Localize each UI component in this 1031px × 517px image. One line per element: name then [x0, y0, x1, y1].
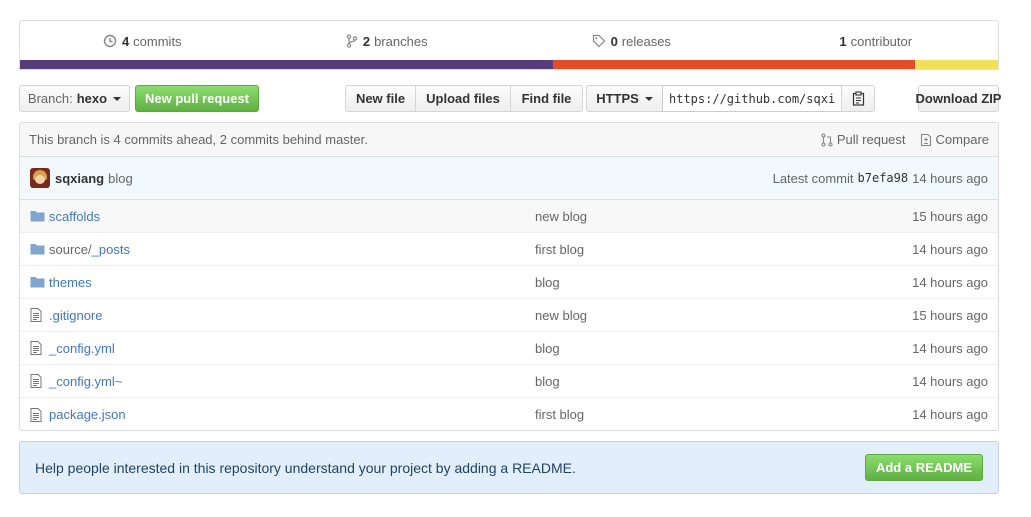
file-commit-message[interactable]: blog: [535, 341, 912, 356]
table-row: .gitignore new blog 15 hours ago: [20, 299, 998, 332]
branches-link[interactable]: 2 branches: [265, 21, 510, 61]
table-row: themes blog 14 hours ago: [20, 266, 998, 299]
compare-icon: [920, 133, 931, 146]
file-name[interactable]: _config.yml~: [49, 374, 535, 389]
find-file-button[interactable]: Find file: [511, 85, 583, 112]
add-readme-button[interactable]: Add a README: [865, 454, 983, 481]
branch-prefix: Branch:: [27, 91, 73, 106]
branches-label: branches: [374, 33, 428, 49]
file-age: 14 hours ago: [912, 340, 988, 356]
file-list: scaffolds new blog 15 hours ago source/_…: [20, 200, 998, 430]
file-table: This branch is 4 commits ahead, 2 commit…: [19, 122, 999, 431]
latest-commit-bar: sqxiang blog Latest commit b7efa98 14 ho…: [20, 157, 998, 200]
file-age: 14 hours ago: [912, 274, 988, 290]
table-row: _config.yml~ blog 14 hours ago: [20, 365, 998, 398]
file-text-icon: [30, 341, 46, 355]
releases-count: 0: [610, 33, 618, 49]
folder-icon: [30, 210, 46, 222]
language-segment: [914, 60, 998, 69]
file-age: 14 hours ago: [912, 373, 988, 389]
clone-protocol-select[interactable]: HTTPS: [586, 85, 663, 112]
file-navigation: Branch: hexo New pull request New file U…: [19, 85, 1001, 112]
branch-status-text: This branch is 4 commits ahead, 2 commit…: [29, 132, 368, 147]
table-row: package.json first blog 14 hours ago: [20, 398, 998, 430]
commits-count: 4: [121, 33, 130, 49]
table-row: scaffolds new blog 15 hours ago: [20, 200, 998, 233]
avatar[interactable]: [30, 168, 50, 188]
history-icon: [103, 34, 117, 48]
commit-sha[interactable]: b7efa98: [858, 171, 909, 185]
pull-request-label: Pull request: [836, 132, 906, 147]
releases-label: releases: [621, 33, 671, 49]
compare-label: Compare: [935, 132, 989, 147]
upload-files-button[interactable]: Upload files: [416, 85, 511, 112]
file-name[interactable]: themes: [49, 275, 535, 290]
branch-status-bar: This branch is 4 commits ahead, 2 commit…: [20, 123, 998, 157]
pull-request-icon: [821, 132, 833, 147]
pull-request-link[interactable]: Pull request: [821, 132, 906, 147]
file-commit-message[interactable]: first blog: [535, 242, 912, 257]
language-segment: [20, 60, 553, 69]
path-prefix: source/: [49, 241, 92, 257]
table-row: source/_posts first blog 14 hours ago: [20, 233, 998, 266]
file-age: 14 hours ago: [912, 407, 988, 422]
table-row: _config.yml blog 14 hours ago: [20, 332, 998, 365]
file-commit-message[interactable]: new blog: [535, 209, 912, 224]
contributors-label: contributor: [850, 33, 913, 49]
commits-link[interactable]: 4 commits: [20, 21, 265, 61]
readme-banner-text: Help people interested in this repositor…: [35, 459, 576, 476]
file-commit-message[interactable]: blog: [535, 374, 912, 389]
compare-link[interactable]: Compare: [920, 132, 989, 147]
tag-icon: [592, 34, 605, 48]
contributors-count: 1: [839, 33, 847, 49]
branch-select-button[interactable]: Branch: hexo: [19, 85, 130, 112]
file-age: 15 hours ago: [912, 208, 988, 224]
contributors-link[interactable]: 1 contributor: [754, 21, 999, 61]
new-file-button[interactable]: New file: [345, 85, 416, 112]
file-actions-group: New file Upload files Find file: [345, 85, 583, 112]
commit-message[interactable]: blog: [108, 171, 133, 186]
file-name[interactable]: scaffolds: [49, 209, 535, 224]
latest-commit-label: Latest commit: [772, 170, 854, 186]
language-segment: [553, 60, 915, 69]
file-text-icon: [30, 374, 46, 388]
file-name[interactable]: source/_posts: [49, 242, 535, 257]
repo-summary: 4 commits 2 branches 0 releases 1 contri…: [19, 20, 999, 70]
file-name[interactable]: .gitignore: [49, 308, 535, 323]
file-commit-message[interactable]: first blog: [535, 407, 912, 422]
releases-link[interactable]: 0 releases: [509, 21, 754, 61]
new-pull-request-button[interactable]: New pull request: [135, 85, 259, 112]
commit-age: 14 hours ago: [912, 170, 988, 186]
file-name[interactable]: package.json: [49, 407, 535, 422]
branch-icon: [346, 34, 358, 48]
file-commit-message[interactable]: blog: [535, 275, 912, 290]
file-age: 15 hours ago: [912, 307, 988, 323]
branch-name: hexo: [76, 91, 108, 106]
caret-down-icon: [644, 96, 653, 101]
folder-icon: [30, 243, 46, 255]
commit-author[interactable]: sqxiang: [55, 171, 104, 186]
branches-count: 2: [362, 33, 371, 49]
file-text-icon: [30, 308, 46, 322]
clone-protocol-label: HTTPS: [596, 91, 639, 106]
clone-url-input[interactable]: [662, 85, 842, 112]
file-age: 14 hours ago: [912, 241, 988, 257]
file-name[interactable]: _config.yml: [49, 341, 535, 356]
caret-down-icon: [113, 96, 122, 101]
language-bar[interactable]: [20, 60, 998, 69]
folder-icon: [30, 276, 46, 288]
copy-url-button[interactable]: [841, 85, 875, 112]
download-zip-button[interactable]: Download ZIP: [916, 85, 1001, 112]
file-text-icon: [30, 407, 46, 422]
commits-label: commits: [133, 33, 182, 49]
clipboard-icon: [852, 91, 864, 106]
readme-banner: Help people interested in this repositor…: [19, 441, 999, 494]
file-commit-message[interactable]: new blog: [535, 308, 912, 323]
path-rest: _posts: [91, 241, 130, 257]
